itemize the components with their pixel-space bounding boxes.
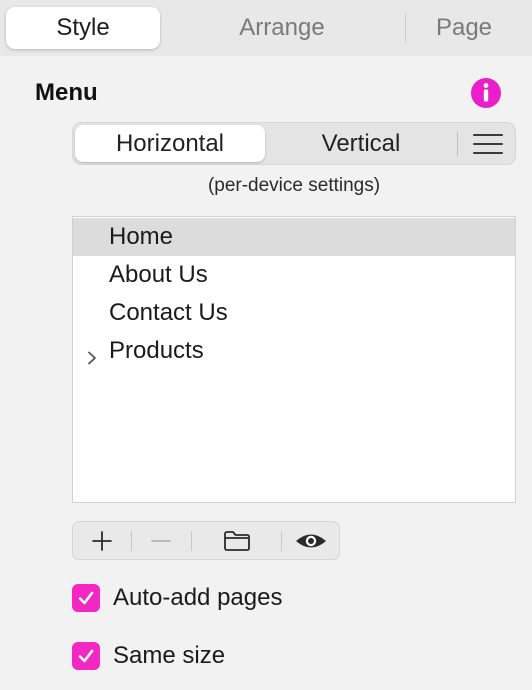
list-item-home[interactable]: Home (73, 218, 515, 256)
info-icon[interactable] (470, 77, 502, 109)
list-item-label: Products (109, 337, 204, 364)
eye-icon (295, 534, 326, 547)
list-item-label: Contact Us (109, 299, 228, 326)
checkmark-icon (78, 591, 94, 605)
per-device-note: (per-device settings) (207, 175, 381, 196)
segment-divider (457, 132, 458, 156)
inspector-tab-bar: Style Arrange Page (0, 0, 532, 56)
auto-add-pages-checkbox[interactable] (72, 584, 100, 612)
segment-vertical[interactable]: Vertical (267, 125, 455, 162)
folder-button[interactable] (192, 522, 281, 559)
auto-add-pages-label: Auto-add pages (113, 584, 283, 611)
plus-icon (91, 530, 112, 551)
tab-arrange[interactable]: Arrange (202, 7, 362, 49)
same-size-option[interactable]: Same size (72, 641, 225, 671)
tab-style[interactable]: Style (6, 7, 160, 49)
orientation-segmented-control: Horizontal Vertical (72, 122, 516, 165)
checkmark-icon (78, 649, 94, 663)
auto-add-pages-option[interactable]: Auto-add pages (72, 583, 282, 613)
add-button[interactable] (73, 522, 130, 559)
folder-icon (223, 530, 250, 551)
minus-icon (151, 539, 171, 542)
visibility-button[interactable] (282, 522, 339, 559)
list-item-products[interactable]: Products (73, 332, 515, 370)
menu-items-list[interactable]: Home About Us Contact Us Products (72, 216, 516, 503)
tab-page[interactable]: Page (414, 7, 514, 49)
same-size-checkbox[interactable] (72, 642, 100, 670)
chevron-right-icon[interactable] (85, 344, 99, 365)
segment-horizontal[interactable]: Horizontal (75, 125, 265, 162)
list-item-label: About Us (109, 261, 208, 288)
tab-divider (405, 14, 406, 42)
section-title: Menu (35, 79, 98, 106)
remove-button[interactable] (132, 522, 190, 559)
list-item-contact-us[interactable]: Contact Us (73, 294, 515, 332)
list-item-label: Home (109, 223, 174, 250)
hamburger-icon[interactable] (473, 132, 503, 156)
list-toolbar (72, 521, 340, 560)
list-item-about-us[interactable]: About Us (73, 256, 515, 294)
same-size-label: Same size (113, 642, 226, 669)
